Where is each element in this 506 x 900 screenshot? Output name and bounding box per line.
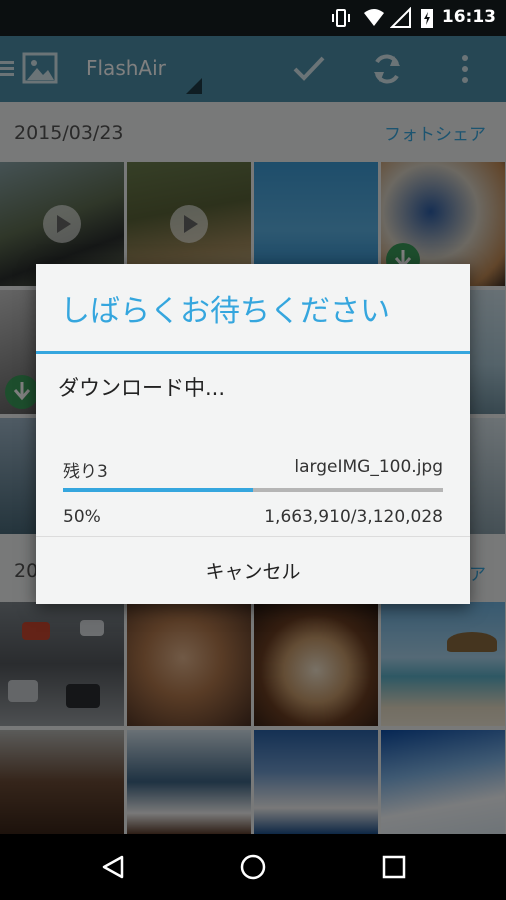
current-filename: largeIMG_100.jpg — [294, 457, 443, 477]
download-progress-bar — [63, 488, 443, 492]
vibrate-icon — [332, 9, 350, 27]
navigation-bar — [0, 834, 506, 900]
status-bar: 16:13 — [0, 0, 506, 36]
cancel-button[interactable]: キャンセル — [36, 537, 470, 604]
remaining-count: 残り3 — [63, 462, 108, 482]
battery-charging-icon — [421, 9, 433, 28]
recents-icon[interactable] — [381, 854, 407, 880]
cell-signal-icon — [390, 7, 411, 28]
dialog-title-divider — [36, 351, 470, 354]
dialog-title: しばらくお待ちください — [60, 294, 390, 329]
back-icon[interactable] — [100, 854, 126, 880]
progress-percent: 50% — [63, 507, 101, 527]
progress-bytes: 1,663,910/3,120,028 — [264, 507, 443, 527]
wifi-icon — [364, 9, 384, 26]
home-icon[interactable] — [239, 853, 267, 881]
download-progress-dialog: しばらくお待ちください ダウンロード中... 残り3 largeIMG_100.… — [36, 264, 470, 604]
dialog-message: ダウンロード中... — [58, 376, 226, 400]
progress-bar-fill — [63, 488, 253, 492]
status-time: 16:13 — [441, 7, 496, 27]
